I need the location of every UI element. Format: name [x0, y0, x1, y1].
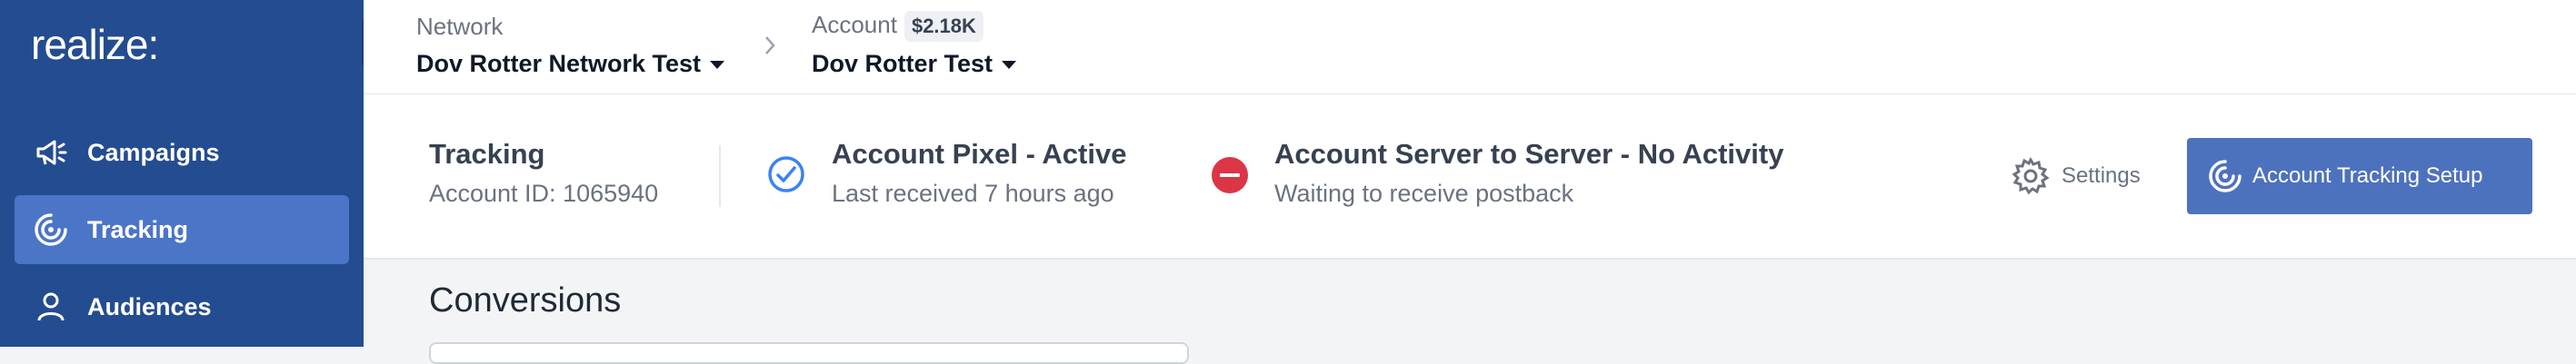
sidebar-item-label: Campaigns	[87, 138, 220, 166]
caret-down-icon	[710, 61, 725, 70]
account-id: Account ID: 1065940	[429, 180, 659, 207]
sidebar-item-campaigns[interactable]: Campaigns	[15, 118, 349, 187]
account-tracking-setup-button[interactable]: Account Tracking Setup	[2187, 138, 2532, 214]
pixel-status: Account Pixel - Active	[832, 138, 1127, 170]
account-value: Dov Rotter Test	[812, 50, 993, 77]
error-circle-icon	[1212, 157, 1248, 193]
sidebar-item-audiences[interactable]: Audiences	[15, 272, 349, 341]
account-label: Account	[812, 11, 897, 38]
tracking-icon	[35, 213, 67, 246]
network-dropdown[interactable]: Dov Rotter Network Test	[416, 50, 725, 78]
sidebar: realize: Campaigns Tracking Audiences	[0, 0, 364, 347]
pixel-last-received: Last received 7 hours ago	[832, 180, 1114, 207]
logo: realize:	[31, 21, 159, 68]
tracking-status-panel: Tracking Account ID: 1065940 Account Pix…	[364, 94, 2576, 260]
account-label-wrap: Account $2.18K	[812, 11, 983, 43]
conversions-title: Conversions	[429, 281, 622, 320]
sidebar-item-label: Tracking	[87, 215, 189, 243]
s2s-sub: Waiting to receive postback	[1274, 180, 1574, 207]
sidebar-item-tracking[interactable]: Tracking	[15, 195, 349, 264]
chevron-right-icon	[765, 36, 775, 54]
settings-link[interactable]: Settings	[2011, 154, 2141, 198]
divider	[719, 145, 721, 207]
setup-button-label: Account Tracking Setup	[2252, 163, 2483, 188]
conversions-search-input[interactable]	[429, 342, 1189, 364]
tracking-title: Tracking	[429, 138, 545, 170]
sidebar-item-label: Audiences	[87, 292, 212, 320]
gear-icon	[2012, 156, 2050, 195]
megaphone-icon	[36, 140, 67, 165]
network-label: Network	[416, 13, 504, 40]
account-balance-badge: $2.18K	[904, 11, 983, 43]
s2s-status: Account Server to Server - No Activity	[1274, 138, 1784, 170]
caret-down-icon	[1002, 61, 1017, 70]
settings-label: Settings	[2062, 163, 2141, 188]
network-value: Dov Rotter Network Test	[416, 50, 702, 77]
user-icon	[37, 292, 65, 321]
account-dropdown[interactable]: Dov Rotter Test	[812, 50, 1017, 78]
top-bar: Network Dov Rotter Network Test Account $…	[364, 0, 2576, 94]
tracking-icon	[2209, 160, 2242, 192]
check-circle-icon	[768, 156, 804, 192]
